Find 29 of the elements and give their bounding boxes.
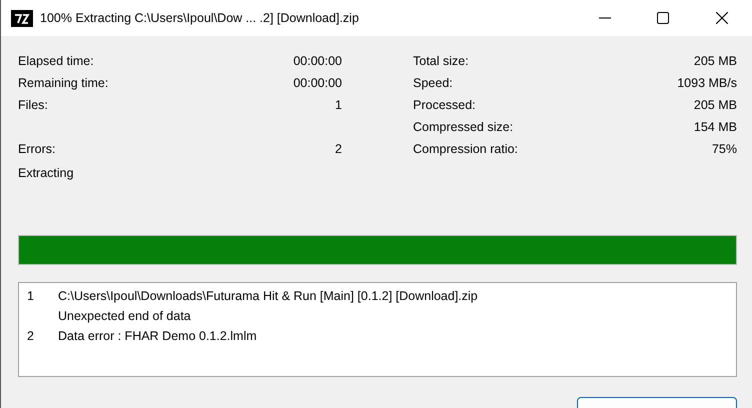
stat-label: Speed:: [413, 76, 453, 90]
maximize-icon: [657, 12, 669, 24]
minimize-icon: [599, 17, 611, 19]
stat-label: Total size:: [413, 54, 469, 68]
app-logo-icon: [11, 10, 33, 26]
message-number: 1: [27, 288, 35, 305]
stat-value: 205 MB: [694, 54, 737, 68]
stat-value: 00:00:00: [293, 54, 342, 68]
stat-label: Errors:: [18, 142, 56, 156]
stat-value: 75%: [712, 142, 737, 156]
stat-value: 1093 MB/s: [677, 76, 737, 90]
message-number: 2: [27, 328, 35, 345]
status-text: Extracting: [18, 165, 75, 182]
message-text: Unexpected end of data: [58, 308, 192, 325]
stat-label: Elapsed time:: [18, 54, 94, 68]
message-text: Data error : FHAR Demo 0.1.2.lmlm: [58, 328, 257, 345]
stat-value: 2: [335, 142, 342, 156]
stat-value: 154 MB: [694, 120, 737, 134]
stat-label: Compressed size:: [413, 120, 514, 134]
message-text: C:\Users\Ipoul\Downloads\Futurama Hit & Run [Main] [0.1.2] [Download].zip: [58, 288, 478, 305]
stat-label: Compression ratio:: [413, 142, 518, 156]
stat-label: Remaining time:: [18, 76, 108, 90]
stat-label: Files:: [18, 98, 48, 112]
window-title: 100% Extracting C:\Users\Ipoul\Dow ... .2] [Download].zip: [40, 11, 360, 25]
stat-value: 00:00:00: [293, 76, 342, 90]
close-icon: [716, 12, 728, 24]
stat-label: Processed:: [413, 98, 476, 112]
stat-value: 205 MB: [694, 98, 737, 112]
stat-value: 1: [335, 98, 342, 112]
